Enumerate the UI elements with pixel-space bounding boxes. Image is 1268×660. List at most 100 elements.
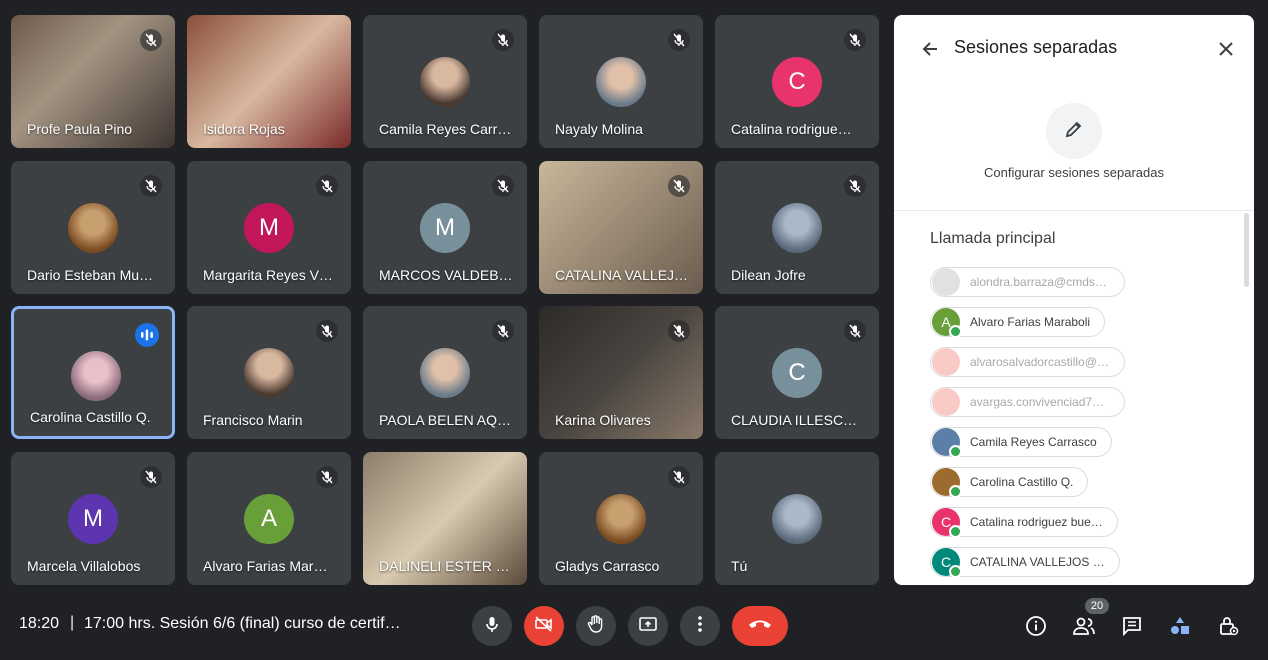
- avatar: [71, 351, 121, 401]
- member-name: Catalina rodriguez bue…: [970, 515, 1103, 529]
- participant-name: Camila Reyes Carr…: [379, 121, 512, 137]
- avatar: [772, 494, 822, 544]
- participant-name: Tú: [731, 558, 748, 574]
- hang-up-icon: [747, 617, 773, 636]
- online-status-icon: [949, 565, 962, 578]
- avatar: [420, 57, 470, 107]
- breakout-rooms-panel: Sesiones separadas Configurar sesiones s…: [894, 15, 1254, 585]
- chat-icon[interactable]: [1119, 613, 1145, 639]
- participant-tile[interactable]: C CLAUDIA ILLESC…: [715, 306, 879, 439]
- member-chip[interactable]: Camila Reyes Carrasco: [930, 427, 1112, 458]
- avatar: [932, 388, 960, 416]
- avatar: C: [932, 508, 962, 538]
- member-chip[interactable]: avargas.convivenciad72…: [930, 387, 1125, 417]
- online-status-icon: [949, 325, 962, 338]
- participant-tile[interactable]: M Marcela Villalobos: [11, 452, 175, 585]
- speaking-indicator-icon: [135, 323, 159, 347]
- mic-off-icon: [668, 29, 690, 51]
- avatar: [932, 268, 960, 296]
- separator: |: [70, 614, 75, 631]
- member-chip[interactable]: C Catalina rodriguez bue…: [930, 507, 1118, 538]
- participant-name: DALINELI ESTER P…: [379, 558, 519, 574]
- participant-tile[interactable]: Tú: [715, 452, 879, 585]
- participant-name: Karina Olivares: [555, 412, 651, 428]
- mic-off-icon: [140, 175, 162, 197]
- participant-name: CLAUDIA ILLESC…: [731, 412, 858, 428]
- panel-title: Sesiones separadas: [954, 37, 1118, 57]
- back-arrow-icon[interactable]: [918, 37, 942, 61]
- avatar: [68, 203, 118, 253]
- mic-off-icon: [492, 320, 514, 342]
- participant-name: Margarita Reyes V…: [203, 267, 333, 283]
- member-name: Camila Reyes Carrasco: [970, 435, 1097, 449]
- participant-tile[interactable]: Carolina Castillo Q.: [11, 306, 175, 439]
- member-name: Carolina Castillo Q.: [970, 475, 1074, 489]
- participant-tile[interactable]: M Margarita Reyes V…: [187, 161, 351, 294]
- activities-icon[interactable]: [1167, 613, 1193, 639]
- participant-tile[interactable]: M MARCOS VALDEB…: [363, 161, 527, 294]
- participant-tile[interactable]: Nayaly Molina: [539, 15, 703, 148]
- avatar: [596, 494, 646, 544]
- avatar: M: [68, 494, 118, 544]
- participant-tile[interactable]: DALINELI ESTER P…: [363, 452, 527, 585]
- member-chip[interactable]: C CATALINA VALLEJOS …: [930, 547, 1120, 578]
- participant-tile[interactable]: PAOLA BELEN AQ…: [363, 306, 527, 439]
- end-call-button[interactable]: [732, 606, 788, 646]
- participant-tile[interactable]: C Catalina rodrigue…: [715, 15, 879, 148]
- mic-off-icon: [140, 29, 162, 51]
- online-status-icon: [949, 525, 962, 538]
- avatar: C: [772, 57, 822, 107]
- member-chip[interactable]: alvarosalvadorcastillo@g…: [930, 347, 1125, 377]
- member-chip[interactable]: A Alvaro Farias Maraboli: [930, 307, 1106, 338]
- participant-tile[interactable]: Dilean Jofre: [715, 161, 879, 294]
- participant-name: MARCOS VALDEB…: [379, 267, 513, 283]
- participant-tile[interactable]: Isidora Rojas: [187, 15, 351, 148]
- avatar: A: [244, 494, 294, 544]
- participant-tile[interactable]: Profe Paula Pino: [11, 15, 175, 148]
- host-controls-icon[interactable]: [1215, 613, 1241, 639]
- more-vertical-icon: [697, 615, 703, 638]
- participant-tile[interactable]: Camila Reyes Carr…: [363, 15, 527, 148]
- participant-tile[interactable]: Gladys Carrasco: [539, 452, 703, 585]
- pencil-icon: [1063, 118, 1085, 145]
- camera-off-button[interactable]: [524, 606, 564, 646]
- participant-tile[interactable]: CATALINA VALLEJ…: [539, 161, 703, 294]
- more-options-button[interactable]: [680, 606, 720, 646]
- present-screen-button[interactable]: [628, 606, 668, 646]
- member-name: alvarosalvadorcastillo@g…: [970, 355, 1110, 369]
- avatar: [932, 468, 962, 498]
- microphone-button[interactable]: [472, 606, 512, 646]
- divider: [894, 210, 1254, 211]
- participant-name: CATALINA VALLEJ…: [555, 267, 689, 283]
- member-chip[interactable]: Carolina Castillo Q.: [930, 467, 1089, 498]
- avatar: M: [244, 203, 294, 253]
- edit-breakout-button[interactable]: [1046, 103, 1102, 159]
- hand-icon: [586, 614, 606, 639]
- participant-name: PAOLA BELEN AQ…: [379, 412, 512, 428]
- avatar: [772, 203, 822, 253]
- participant-name: Isidora Rojas: [203, 121, 285, 137]
- participant-name: Profe Paula Pino: [27, 121, 133, 137]
- avatar: A: [932, 308, 962, 338]
- mic-off-icon: [492, 29, 514, 51]
- microphone-icon: [483, 615, 501, 638]
- participant-name: Gladys Carrasco: [555, 558, 660, 574]
- member-name: alondra.barraza@cmdsa…: [970, 275, 1110, 289]
- participant-name: Dilean Jofre: [731, 267, 806, 283]
- avatar: C: [932, 548, 962, 578]
- raise-hand-button[interactable]: [576, 606, 616, 646]
- participant-tile[interactable]: Francisco Marin: [187, 306, 351, 439]
- participant-tile[interactable]: A Alvaro Farias Mar…: [187, 452, 351, 585]
- participant-tile[interactable]: Karina Olivares: [539, 306, 703, 439]
- meeting-info-icon[interactable]: [1023, 613, 1049, 639]
- member-chip[interactable]: alondra.barraza@cmdsa…: [930, 267, 1125, 297]
- configure-breakout-label[interactable]: Configurar sesiones separadas: [894, 165, 1254, 180]
- people-icon[interactable]: [1071, 613, 1097, 639]
- close-icon[interactable]: [1214, 37, 1238, 61]
- mic-off-icon: [668, 466, 690, 488]
- avatar: [244, 348, 294, 398]
- member-name: CATALINA VALLEJOS …: [970, 555, 1105, 569]
- panel-scrollbar[interactable]: [1244, 213, 1249, 287]
- meeting-title[interactable]: 17:00 hrs. Sesión 6/6 (final) curso de c…: [84, 615, 401, 633]
- participant-tile[interactable]: Dario Esteban Mu…: [11, 161, 175, 294]
